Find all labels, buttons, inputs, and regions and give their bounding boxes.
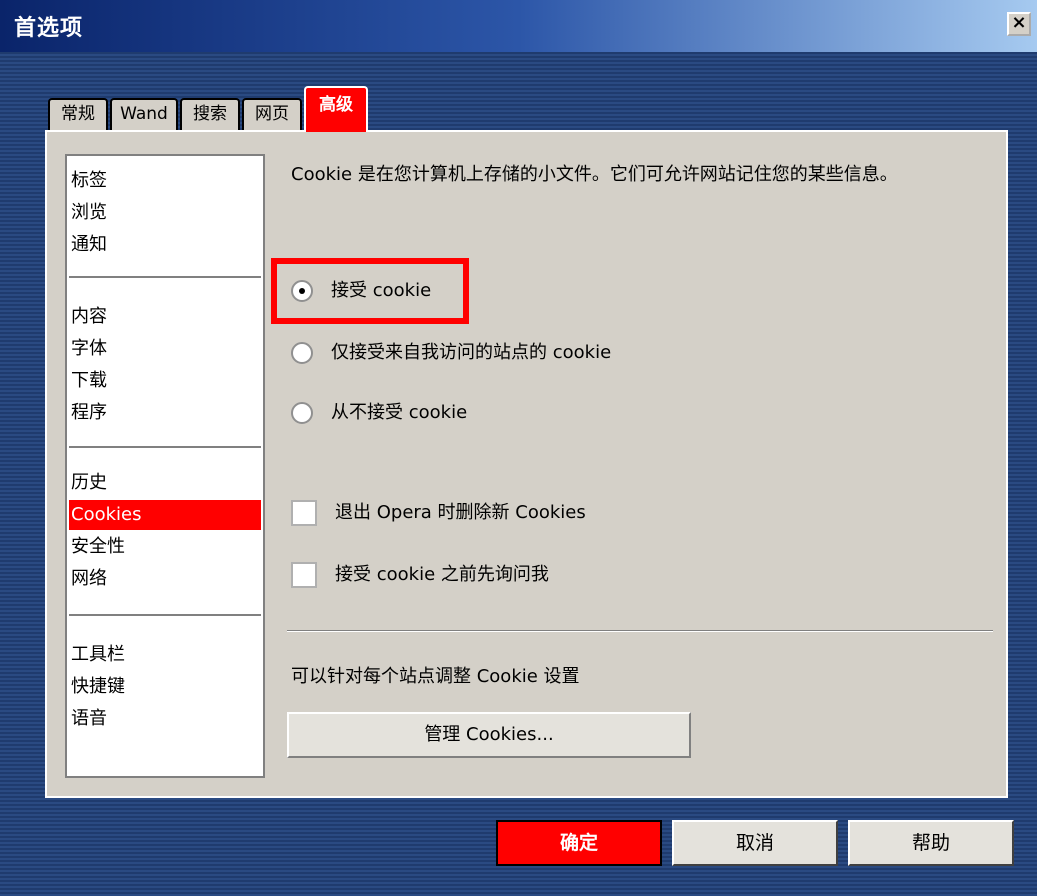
cancel-button[interactable]: 取消 [672, 820, 838, 866]
checkbox-label: 接受 cookie 之前先询问我 [335, 564, 549, 585]
radio-button-checked[interactable] [291, 280, 313, 302]
manage-cookies-button[interactable]: 管理 Cookies... [287, 712, 691, 758]
sidebar-item-fonts[interactable]: 字体 [69, 334, 261, 364]
sidebar-item-security[interactable]: 安全性 [69, 532, 261, 562]
sidebar-item-notifications[interactable]: 通知 [69, 230, 261, 260]
title-bar[interactable]: 首选项 × [0, 0, 1037, 52]
sidebar-item-downloads[interactable]: 下载 [69, 366, 261, 396]
sidebar-item-browsing[interactable]: 浏览 [69, 198, 261, 228]
category-list[interactable]: 标签 浏览 通知 内容 字体 下载 程序 历史 Cookies 安全性 网络 工… [65, 154, 265, 778]
cookies-description: Cookie 是在您计算机上存储的小文件。它们可允许网站记住您的某些信息。 [291, 164, 898, 185]
sidebar-item-history[interactable]: 历史 [69, 468, 261, 498]
radio-button[interactable] [291, 342, 313, 364]
radio-label: 仅接受来自我访问的站点的 cookie [331, 342, 612, 363]
sidebar-item-network[interactable]: 网络 [69, 564, 261, 594]
site-settings-text: 可以针对每个站点调整 Cookie 设置 [291, 666, 580, 687]
radio-label: 从不接受 cookie [331, 402, 468, 423]
ok-button[interactable]: 确定 [496, 820, 662, 866]
tab-webpages[interactable]: 网页 [242, 98, 302, 130]
tab-wand[interactable]: Wand [110, 98, 178, 130]
sidebar-item-toolbars[interactable]: 工具栏 [69, 640, 261, 670]
help-button[interactable]: 帮助 [848, 820, 1014, 866]
radio-label: 接受 cookie [331, 280, 432, 301]
checkbox-box[interactable] [291, 500, 317, 526]
tab-general[interactable]: 常规 [48, 98, 108, 130]
close-icon: × [1011, 12, 1027, 33]
sidebar-divider [69, 446, 261, 448]
checkbox-label: 退出 Opera 时删除新 Cookies [335, 502, 586, 523]
sidebar-item-tabs[interactable]: 标签 [69, 166, 261, 196]
sidebar-item-programs[interactable]: 程序 [69, 398, 261, 428]
sidebar-item-cookies[interactable]: Cookies [69, 500, 261, 530]
sidebar-item-shortcuts[interactable]: 快捷键 [69, 672, 261, 702]
close-button[interactable]: × [1007, 12, 1031, 36]
sidebar-divider [69, 276, 261, 278]
preferences-window: 首选项 × 常规 Wand 搜索 网页 高级 标签 浏览 通知 内容 字体 下载… [0, 0, 1037, 896]
radio-button[interactable] [291, 402, 313, 424]
checkbox-box[interactable] [291, 562, 317, 588]
tab-search[interactable]: 搜索 [180, 98, 240, 130]
sidebar-item-content[interactable]: 内容 [69, 302, 261, 332]
advanced-panel: 标签 浏览 通知 内容 字体 下载 程序 历史 Cookies 安全性 网络 工… [45, 130, 1008, 798]
section-divider [287, 630, 993, 632]
tab-advanced[interactable]: 高级 [304, 86, 368, 132]
sidebar-divider [69, 614, 261, 616]
window-title: 首选项 [14, 16, 84, 41]
sidebar-item-voice[interactable]: 语音 [69, 704, 261, 734]
